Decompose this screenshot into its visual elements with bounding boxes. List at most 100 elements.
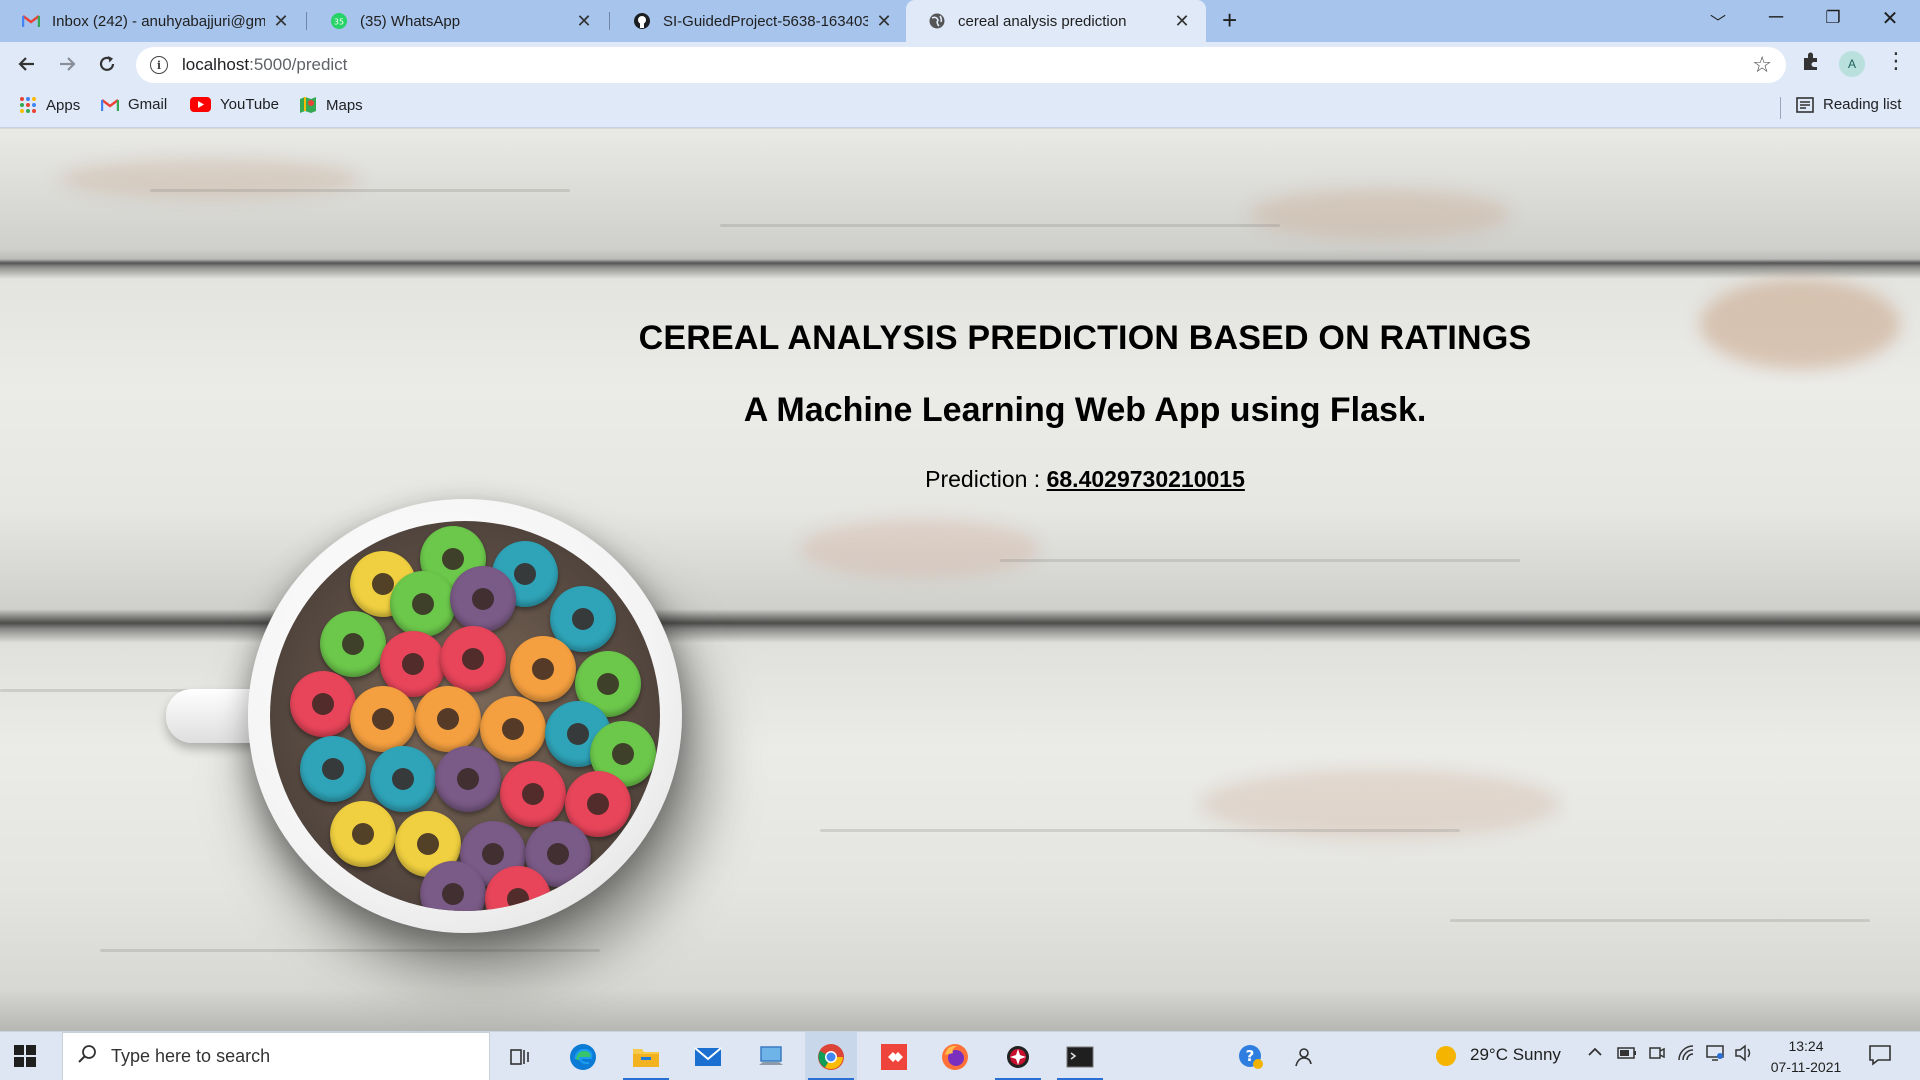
- prediction-label: Prediction :: [925, 466, 1047, 492]
- wifi-icon[interactable]: [1677, 1044, 1697, 1067]
- wood-grain: [720, 224, 1280, 227]
- browser-toolbar: i localhost:5000/predict ☆ A ⋮: [0, 42, 1920, 88]
- tab-title: (35) WhatsApp: [360, 12, 461, 30]
- wood-stain: [60, 159, 360, 199]
- cup-handle: [166, 689, 260, 743]
- help-icon[interactable]: ?: [1225, 1032, 1277, 1080]
- meet-now-icon[interactable]: [1648, 1044, 1666, 1067]
- new-tab-button[interactable]: +: [1222, 5, 1237, 36]
- volume-icon[interactable]: [1734, 1044, 1754, 1067]
- bookmarks-bar: Apps Gmail YouTube Maps Reading list: [0, 88, 1920, 128]
- close-window-button[interactable]: ✕: [1862, 6, 1918, 31]
- tab-strip: Inbox (242) - anuhyabajjuri@gmail.com ✕ …: [0, 0, 1920, 42]
- forward-arrow-icon: [60, 57, 76, 71]
- wood-stain: [1250, 189, 1510, 239]
- tab-github[interactable]: SI-GuidedProject-5638-1634039 ✕: [611, 0, 908, 42]
- back-arrow-icon: [18, 57, 34, 71]
- network-icon[interactable]: [1705, 1044, 1725, 1067]
- svg-text:?: ?: [1246, 1047, 1255, 1065]
- prediction-value: 68.4029730210015: [1046, 466, 1245, 492]
- gmail-icon: [101, 98, 119, 112]
- bookmark-youtube[interactable]: YouTube: [190, 96, 279, 113]
- task-view-icon[interactable]: [494, 1032, 546, 1080]
- app-icon[interactable]: [992, 1032, 1044, 1080]
- maps-icon: [299, 96, 317, 114]
- bookmark-maps[interactable]: Maps: [299, 96, 363, 114]
- wood-grain: [1450, 919, 1870, 922]
- bookmark-gmail[interactable]: Gmail: [101, 96, 167, 113]
- wood-stain: [800, 519, 1040, 579]
- tab-title: cereal analysis prediction: [958, 12, 1127, 30]
- reading-list-label: Reading list: [1823, 96, 1902, 113]
- tab-search-chevron-icon[interactable]: ﹀: [1690, 9, 1746, 33]
- file-explorer-icon[interactable]: [620, 1032, 672, 1080]
- browser-menu-icon[interactable]: ⋮: [1885, 48, 1907, 74]
- reload-button[interactable]: [91, 48, 123, 80]
- bookmark-star-icon[interactable]: ☆: [1752, 52, 1772, 78]
- reload-icon: [99, 56, 115, 71]
- tab-cereal-analysis[interactable]: cereal analysis prediction ✕: [906, 0, 1206, 42]
- reading-list-button[interactable]: Reading list: [1796, 96, 1901, 113]
- chevron-up-icon[interactable]: [1586, 1043, 1604, 1066]
- address-bar[interactable]: i localhost:5000/predict ☆: [136, 47, 1786, 83]
- mail-icon[interactable]: [682, 1032, 734, 1080]
- page-title: CEREAL ANALYSIS PREDICTION BASED ON RATI…: [638, 319, 1532, 357]
- taskbar-search-box[interactable]: Type here to search: [62, 1032, 490, 1080]
- tab-title: SI-GuidedProject-5638-1634039: [663, 12, 868, 30]
- tab-separator: [306, 12, 307, 30]
- profile-avatar[interactable]: A: [1839, 51, 1865, 77]
- tab-whatsapp[interactable]: 35 (35) WhatsApp ✕: [308, 0, 608, 42]
- extensions-icon[interactable]: [1800, 50, 1822, 77]
- weather-sun-icon[interactable]: [1434, 1044, 1458, 1073]
- globe-icon: [928, 12, 946, 30]
- back-button[interactable]: [11, 48, 43, 80]
- page-subtitle: A Machine Learning Web App using Flask.: [743, 391, 1427, 429]
- minimize-button[interactable]: ─: [1748, 6, 1804, 29]
- firefox-icon[interactable]: [929, 1032, 981, 1080]
- close-icon[interactable]: ✕: [874, 11, 894, 32]
- cereal-bowl-image: [248, 499, 682, 933]
- search-placeholder: Type here to search: [111, 1046, 271, 1066]
- bookmarks-divider: [1780, 97, 1781, 119]
- address-url[interactable]: localhost:5000/predict: [182, 55, 347, 75]
- tab-gmail[interactable]: Inbox (242) - anuhyabajjuri@gmail.com ✕: [0, 0, 305, 42]
- bookmark-label: Gmail: [128, 96, 168, 113]
- taskbar-clock[interactable]: 13:24 07-11-2021: [1764, 1036, 1848, 1078]
- weather-text[interactable]: 29°C Sunny: [1470, 1045, 1561, 1065]
- prediction-result: Prediction : 68.4029730210015: [600, 466, 1570, 493]
- edge-browser-icon[interactable]: [557, 1032, 609, 1080]
- chrome-icon[interactable]: [805, 1032, 857, 1080]
- pc-monitor-icon[interactable]: [745, 1032, 797, 1080]
- svg-text:35: 35: [334, 18, 344, 27]
- bookmark-label: Maps: [326, 96, 363, 114]
- whatsapp-icon: 35: [330, 12, 348, 30]
- close-icon[interactable]: ✕: [1172, 11, 1192, 32]
- apps-grid-icon: [19, 96, 37, 114]
- start-button[interactable]: [14, 1045, 36, 1072]
- wood-grain: [1000, 559, 1520, 562]
- site-info-icon[interactable]: i: [150, 56, 168, 74]
- github-icon: [633, 12, 651, 30]
- terminal-icon[interactable]: [1054, 1032, 1106, 1080]
- wood-stain: [1700, 279, 1900, 369]
- tab-title: Inbox (242) - anuhyabajjuri@gmail.com: [52, 12, 265, 30]
- notifications-icon[interactable]: [1868, 1044, 1892, 1071]
- tab-separator: [609, 12, 610, 30]
- wood-grain: [150, 189, 570, 192]
- page-viewport: CEREAL ANALYSIS PREDICTION BASED ON RATI…: [0, 129, 1920, 1031]
- battery-icon[interactable]: [1617, 1045, 1637, 1065]
- restore-button[interactable]: ❐: [1805, 8, 1861, 28]
- bookmark-label: YouTube: [220, 96, 279, 113]
- people-icon[interactable]: [1276, 1032, 1328, 1080]
- youtube-icon: [190, 97, 211, 112]
- search-icon: [77, 1044, 97, 1069]
- anydesk-icon[interactable]: [868, 1032, 920, 1080]
- close-icon[interactable]: ✕: [574, 11, 594, 32]
- close-icon[interactable]: ✕: [271, 11, 291, 32]
- clock-date: 07-11-2021: [1770, 1059, 1842, 1075]
- bookmark-apps[interactable]: Apps: [19, 96, 80, 114]
- windows-logo-icon: [14, 1045, 36, 1067]
- bookmark-label: Apps: [46, 96, 81, 114]
- forward-button[interactable]: [51, 48, 83, 80]
- reading-list-icon: [1796, 96, 1814, 113]
